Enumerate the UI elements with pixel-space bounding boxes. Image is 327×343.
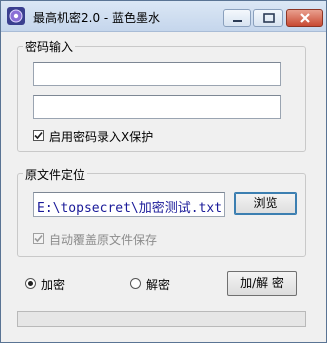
- decrypt-radio[interactable]: [130, 278, 141, 289]
- decrypt-radio-label: 解密: [146, 278, 171, 292]
- file-path-value: E:\topsecret\加密测试.txt: [37, 201, 223, 216]
- lock-app-icon: [7, 7, 25, 25]
- window-title: 最高机密2.0 - 蓝色墨水: [33, 11, 161, 25]
- app-window: 最高机密2.0 - 蓝色墨水 密码输入 启用密码录入X保护 原文件定位 E:\t…: [0, 0, 327, 343]
- overwrite-checkbox: [33, 233, 44, 244]
- overwrite-checkbox-label: 自动覆盖原文件保存: [49, 233, 158, 247]
- encrypt-radio[interactable]: [25, 278, 36, 289]
- progress-bar: [17, 311, 306, 327]
- encrypt-decrypt-button-label: 加/解 密: [240, 276, 284, 290]
- minimize-button[interactable]: [223, 9, 251, 27]
- protect-checkbox[interactable]: [33, 130, 44, 141]
- checkmark-icon: [34, 234, 43, 243]
- decrypt-radio-row[interactable]: 解密: [130, 276, 190, 292]
- encrypt-radio-label: 加密: [41, 278, 66, 292]
- radio-selected-dot: [28, 281, 33, 286]
- file-group-legend: 原文件定位: [23, 166, 88, 183]
- maximize-icon: [263, 13, 275, 23]
- close-icon: [300, 13, 310, 23]
- password-field-1[interactable]: [33, 62, 281, 86]
- password-group-legend: 密码输入: [23, 38, 76, 55]
- file-path-input[interactable]: E:\topsecret\加密测试.txt: [33, 192, 225, 217]
- protect-checkbox-row[interactable]: 启用密码录入X保护: [33, 128, 193, 144]
- title-bar[interactable]: 最高机密2.0 - 蓝色墨水: [1, 1, 326, 32]
- close-button[interactable]: [286, 9, 323, 27]
- encrypt-radio-row[interactable]: 加密: [25, 276, 85, 292]
- browse-button-label: 浏览: [253, 196, 278, 210]
- minimize-icon: [233, 20, 242, 22]
- encrypt-decrypt-button[interactable]: 加/解 密: [227, 271, 297, 296]
- checkmark-icon: [34, 131, 43, 140]
- overwrite-checkbox-row: 自动覆盖原文件保存: [33, 231, 193, 247]
- maximize-button[interactable]: [253, 9, 283, 27]
- browse-button[interactable]: 浏览: [234, 192, 297, 215]
- password-field-2[interactable]: [33, 95, 281, 119]
- protect-checkbox-label: 启用密码录入X保护: [49, 130, 154, 144]
